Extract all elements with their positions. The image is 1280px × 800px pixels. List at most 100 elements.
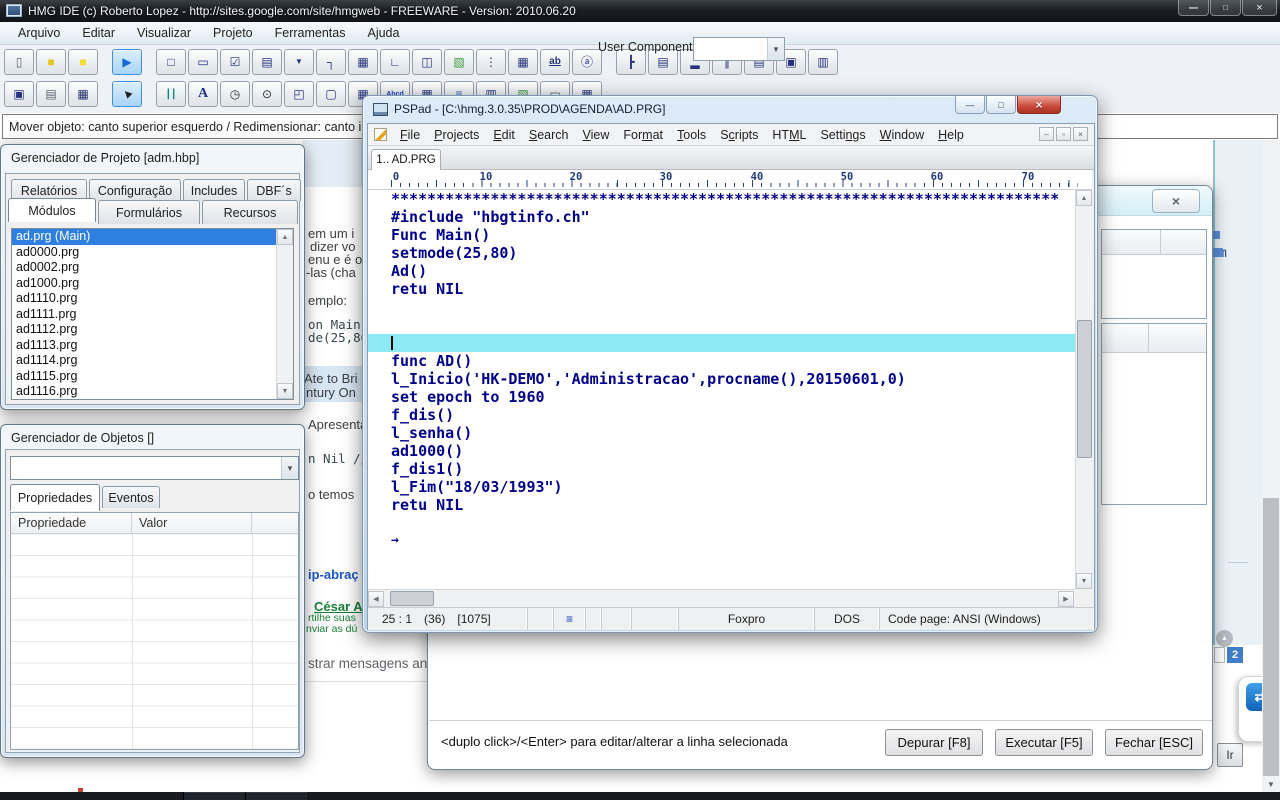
menu-item[interactable]: Projects	[427, 126, 486, 144]
minimize-button[interactable]: —	[955, 96, 985, 114]
menu-item[interactable]: Scripts	[713, 126, 765, 144]
list-item[interactable]: ad1113.prg	[12, 338, 276, 354]
chevron-down-icon[interactable]: ▼	[767, 38, 784, 60]
tab-recursos[interactable]: Recursos	[202, 200, 298, 224]
open-project-button[interactable]: ■	[36, 49, 66, 75]
wrap-icon[interactable]: ≡	[554, 608, 586, 630]
panel-button[interactable]: ▭	[188, 49, 218, 75]
grid-button[interactable]: ▦	[348, 49, 378, 75]
list-scrollbar[interactable]: ▲ ▼	[276, 229, 293, 399]
dbgrid-button[interactable]: ▦	[68, 81, 98, 107]
list-item[interactable]: ad1111.prg	[12, 307, 276, 323]
form-button[interactable]: □	[156, 49, 186, 75]
minimize-button[interactable]: –	[1178, 0, 1209, 16]
menu-item[interactable]: Projeto	[203, 24, 263, 42]
close-dialog-button[interactable]: Fechar [ESC]	[1105, 729, 1203, 756]
user-components-combo[interactable]: ▼	[693, 37, 785, 61]
go-button[interactable]: Ir	[1217, 743, 1243, 767]
scroll-down-icon[interactable]: ▼	[277, 383, 293, 399]
menu-item[interactable]: Ajuda	[357, 24, 409, 42]
scroll-down-icon[interactable]: ▼	[1262, 776, 1280, 792]
ide-titlebar[interactable]: HMG IDE (c) Roberto Lopez - http://sites…	[0, 0, 1280, 22]
menu-item[interactable]: Settings	[813, 126, 872, 144]
editor-vscrollbar[interactable]: ▲ ▼	[1075, 190, 1092, 589]
dialog-close-button[interactable]: ×	[1152, 189, 1200, 213]
label-button[interactable]: ∟	[380, 49, 410, 75]
menu-item[interactable]: Edit	[486, 126, 522, 144]
window-button[interactable]: ▣	[4, 81, 34, 107]
menu-item[interactable]: Visualizar	[127, 24, 201, 42]
image-button[interactable]: ▧	[444, 49, 474, 75]
back-to-top-icon[interactable]: ▲	[1216, 630, 1233, 647]
browser-scrollbar-thumb[interactable]	[1263, 498, 1279, 776]
properties-table[interactable]: Propriedade Valor	[10, 512, 299, 750]
tab-eventos[interactable]: Eventos	[102, 486, 160, 508]
menu-item[interactable]: Editar	[72, 24, 125, 42]
list-item[interactable]: ad.prg (Main)	[12, 229, 276, 245]
taskbar-button[interactable]	[245, 792, 307, 800]
chevron-down-icon[interactable]: ▼	[281, 457, 298, 479]
project-tab[interactable]: Configuração	[89, 179, 181, 201]
menu-item[interactable]: Search	[522, 126, 576, 144]
column-valor[interactable]: Valor	[132, 513, 252, 533]
run-button[interactable]: ▶	[112, 49, 142, 75]
menu-item[interactable]: File	[393, 126, 427, 144]
pointer-button[interactable]: ►	[112, 81, 142, 107]
columns-button[interactable]: ▥	[808, 49, 838, 75]
syntax-mode[interactable]: Foxpro	[679, 608, 815, 630]
timer-button[interactable]: ◷	[220, 81, 250, 107]
debug-button[interactable]: Depurar [F8]	[885, 729, 983, 756]
menu-item[interactable]: Tools	[670, 126, 713, 144]
pagination-badge[interactable]: 2	[1227, 647, 1243, 663]
menu-item[interactable]: Help	[931, 126, 971, 144]
mdi-restore-icon[interactable]: ▫	[1056, 127, 1071, 141]
editor-hscrollbar[interactable]: ◀ ▶	[368, 589, 1075, 607]
mdi-close-icon[interactable]: ×	[1073, 127, 1088, 141]
new-file-button[interactable]: ▯	[4, 49, 34, 75]
scroll-down-icon[interactable]: ▼	[1076, 573, 1092, 589]
module-list[interactable]: ad.prg (Main)ad0000.prgad0002.prgad1000.…	[11, 228, 294, 400]
list-item[interactable]: ad1114.prg	[12, 353, 276, 369]
new-project-button[interactable]: ■	[68, 49, 98, 75]
project-tab[interactable]: Includes	[183, 179, 245, 201]
menu-item[interactable]: Ferramentas	[265, 24, 356, 42]
line-ending[interactable]: DOS	[815, 608, 880, 630]
list-item[interactable]: ad1115.prg	[12, 369, 276, 385]
radiogroup-button[interactable]: ⋮	[476, 49, 506, 75]
column-propriedade[interactable]: Propriedade	[11, 513, 132, 533]
spinner-button[interactable]: ◫	[412, 49, 442, 75]
browser-scrollbar[interactable]: ▼	[1262, 140, 1280, 800]
maximize-button[interactable]: □	[986, 96, 1016, 114]
menu-item[interactable]: HTML	[765, 126, 813, 144]
separator-button[interactable]: ┐	[316, 49, 346, 75]
execute-button[interactable]: Executar [F5]	[995, 729, 1093, 756]
list-item[interactable]: ad1000.prg	[12, 276, 276, 292]
library-button[interactable]: ┃┃	[156, 81, 186, 107]
close-button[interactable]: ×	[1242, 0, 1277, 16]
list-item[interactable]: ad1116.prg	[12, 384, 276, 400]
tab-formularios[interactable]: Formulários	[98, 200, 200, 224]
report-button[interactable]: ▤	[36, 81, 66, 107]
menu-item[interactable]: Arquivo	[8, 24, 70, 42]
taskbar-button[interactable]	[183, 792, 245, 800]
combobox-button[interactable]: ▼	[284, 49, 314, 75]
browse-button[interactable]: ▦	[508, 49, 538, 75]
object-selector-combo[interactable]: ▼	[10, 456, 299, 480]
menu-item[interactable]: Format	[616, 126, 670, 144]
taskbar[interactable]	[0, 792, 1280, 800]
tab-propriedades[interactable]: Propriedades	[10, 484, 100, 511]
scroll-right-icon[interactable]: ▶	[1058, 591, 1074, 607]
pagination-box[interactable]	[1214, 647, 1225, 663]
maximize-button[interactable]: □	[1210, 0, 1241, 16]
scroll-left-icon[interactable]: ◀	[368, 591, 384, 607]
mdi-minimize-icon[interactable]: –	[1039, 127, 1054, 141]
code-editor[interactable]: ****************************************…	[368, 190, 1075, 589]
list-item[interactable]: ad0000.prg	[12, 245, 276, 261]
codepage[interactable]: Code page: ANSI (Windows)	[880, 608, 1094, 630]
editbox-button[interactable]: ▤	[252, 49, 282, 75]
scroll-up-icon[interactable]: ▲	[1076, 190, 1092, 206]
hscrollbar-thumb[interactable]	[390, 591, 434, 606]
scroll-up-icon[interactable]: ▲	[277, 229, 293, 245]
page-link[interactable]: ip-abraç	[308, 567, 359, 582]
tab-modulos[interactable]: Módulos	[8, 198, 96, 222]
